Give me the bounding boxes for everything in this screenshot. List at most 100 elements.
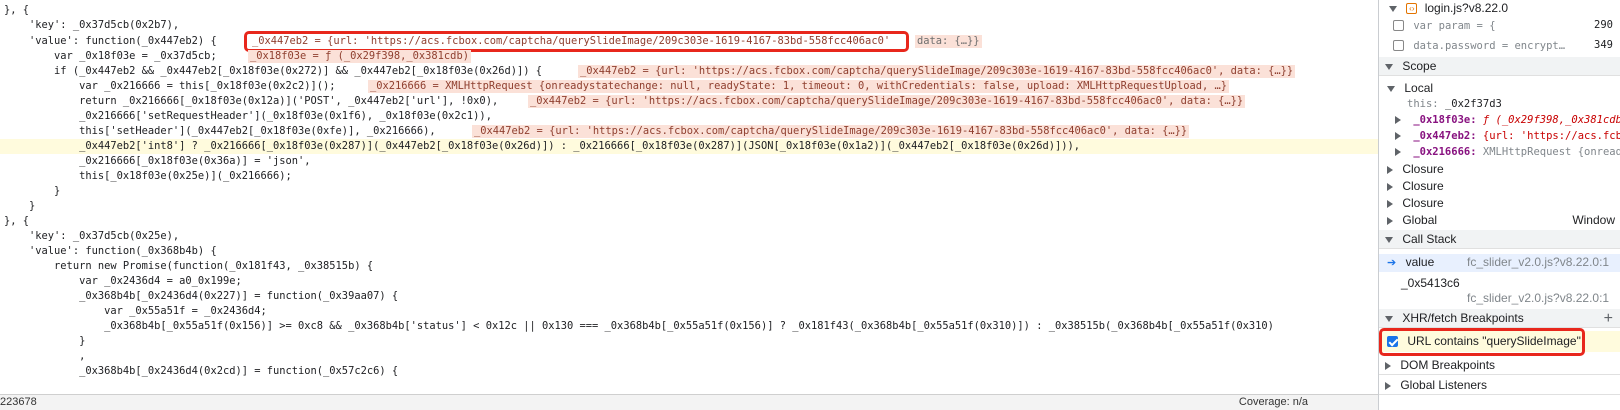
callstack-location: fc_slider_v2.0.js?v8.22.0:1 (1467, 255, 1610, 269)
breakpoint-file-name: login.js?v8.22.0 (1424, 1, 1509, 15)
code-line: _0x368b4b[_0x55a51f(0x156)] >= 0xc8 && _… (4, 320, 1274, 332)
breakpoint-line-number: 349 (1594, 39, 1613, 51)
scope-closure[interactable]: Closure (1379, 195, 1620, 212)
code-line: _0x368b4b[_0x2436d4(0x2cd)] = function(_… (4, 365, 399, 377)
code-line: var _0x216666 = this[_0x18f03e(0x2c2)]()… (4, 80, 336, 92)
inline-value-annotation: _0x447eb2 = {url: 'https://acs.fcbox.com… (578, 65, 1296, 78)
file-icon: ‹› (1406, 3, 1418, 15)
chevron-right-icon (1387, 216, 1393, 225)
inline-value-annotation: _0x447eb2 = {url: 'https://acs.fcbox.com… (472, 125, 1190, 138)
code-line: }, { (4, 4, 30, 16)
code-line: var _0x55a51f = _0x2436d4; (4, 305, 267, 317)
inline-value-annotation-tail: data: {…}} (915, 35, 982, 48)
code-line: if (_0x447eb2 && _0x447eb2[_0x18f03e(0x2… (4, 65, 542, 77)
local-label: Local (1404, 81, 1434, 95)
breakpoint-item[interactable]: data.password = encrypt… 349 (1379, 37, 1620, 54)
code-line: return _0x216666[_0x18f03e(0x12a)]('POST… (4, 95, 499, 107)
scope-var-value: _0x2f37d3 (1444, 98, 1502, 110)
callstack-function: value (1405, 255, 1435, 269)
inline-value-annotation: _0x447eb2 = {url: 'https://acs.fcbox.com… (528, 95, 1246, 108)
global-listeners-header[interactable]: Global Listeners (1379, 376, 1620, 395)
code-line: this[_0x18f03e(0x25e)](_0x216666); (4, 170, 292, 182)
scope-var-key: _0x18f03e: (1413, 114, 1477, 126)
scope-var-key: _0x447eb2: (1413, 130, 1477, 142)
editor-status-bar: 223678 Coverage: n/a (0, 394, 1378, 410)
inline-value-annotation: _0x18f03e = ƒ (_0x29f398,_0x381cdb) (248, 50, 471, 63)
chevron-down-icon (1387, 85, 1395, 92)
code-line: } (4, 185, 61, 197)
chevron-right-icon (1387, 182, 1393, 191)
global-listeners-label: Global Listeners (1400, 378, 1488, 392)
breakpoint-code: data.password = encrypt… (1413, 40, 1566, 52)
scope-var-value: {url: 'https://acs.fcb (1482, 130, 1620, 142)
callstack-label: Call Stack (1402, 232, 1457, 246)
scope-global[interactable]: Global Window (1379, 212, 1620, 229)
chevron-right-icon (1387, 165, 1393, 174)
cursor-position: 223678 (0, 396, 37, 408)
inline-value-annotation: _0x216666 = XMLHttpRequest {onreadystate… (368, 80, 1230, 93)
scope-variable[interactable]: _0x18f03e: ƒ (_0x29f398,_0x381cdb (1379, 112, 1620, 129)
chevron-right-icon (1385, 381, 1391, 390)
scope-variable[interactable]: _0x447eb2: {url: 'https://acs.fcb (1379, 128, 1620, 145)
callstack-section-header[interactable]: Call Stack (1379, 230, 1620, 249)
code-line: }, { (4, 215, 30, 227)
scope-var-value: ƒ (_0x29f398,_0x381cdb (1482, 114, 1620, 126)
add-icon[interactable]: + (1604, 309, 1613, 327)
code-line: 'key': _0x37d5cb(0x25e), (4, 230, 180, 242)
debugger-sidebar: ‹› login.js?v8.22.0 var param = { 290 da… (1378, 0, 1620, 410)
chevron-down-icon (1385, 236, 1393, 243)
xhr-breakpoints-header[interactable]: XHR/fetch Breakpoints + (1379, 309, 1620, 328)
scope-local[interactable]: Local (1379, 80, 1620, 97)
breakpoint-checkbox[interactable] (1393, 40, 1404, 52)
closure-label: Closure (1402, 162, 1444, 176)
scope-var-value: XMLHttpRequest {onread (1482, 146, 1620, 158)
code-line: _0x216666['setRequestHeader'](_0x18f03e(… (4, 110, 492, 122)
code-line: _0x368b4b[_0x2436d4(0x227)] = function(_… (4, 290, 399, 302)
callstack-location: fc_slider_v2.0.js?v8.22.0:1 (1379, 290, 1620, 307)
scope-closure[interactable]: Closure (1379, 178, 1620, 195)
breakpoint-checkbox[interactable] (1393, 20, 1404, 32)
current-execution-line: _0x447eb2['int8'] ? _0x216666[_0x18f03e(… (0, 139, 1378, 154)
breakpoint-code: var param = { (1413, 20, 1496, 32)
breakpoint-item[interactable]: var param = { 290 (1379, 17, 1620, 34)
code-line: } (4, 335, 86, 347)
breakpoint-line-number: 290 (1594, 19, 1613, 31)
scope-section-header[interactable]: Scope (1379, 57, 1620, 76)
closure-label: Closure (1402, 179, 1444, 193)
code-line: var _0x2436d4 = a0_0x199e; (4, 275, 242, 287)
callstack-location-text: fc_slider_v2.0.js?v8.22.0:1 (1467, 291, 1610, 305)
chevron-right-icon (1387, 199, 1393, 208)
code-line: return new Promise(function(_0x181f43, _… (4, 260, 374, 272)
scope-variable[interactable]: _0x216666: XMLHttpRequest {onread (1379, 144, 1620, 161)
chevron-right-icon (1395, 148, 1401, 156)
xhr-breakpoints-label: XHR/fetch Breakpoints (1402, 311, 1524, 325)
code-line: _0x216666[_0x18f03e(0x36a)] = 'json', (4, 155, 311, 167)
code-line: , (4, 350, 86, 362)
dom-breakpoints-label: DOM Breakpoints (1400, 358, 1496, 372)
callstack-frame-active[interactable]: ➔ value fc_slider_v2.0.js?v8.22.0:1 (1379, 254, 1620, 272)
code-line: 'key': _0x37d5cb(0x2b7), (4, 19, 180, 31)
chevron-down-icon (1385, 63, 1393, 70)
global-label: Global (1402, 213, 1438, 227)
code-line: 'value': function(_0x368b4b) { (4, 245, 217, 257)
chevron-right-icon (1385, 361, 1391, 370)
scope-label: Scope (1402, 59, 1437, 73)
chevron-right-icon (1395, 116, 1401, 124)
source-code-editor[interactable]: }, { 'key': _0x37d5cb(0x2b7), 'value': f… (0, 0, 1378, 394)
coverage-status[interactable]: Coverage: n/a (1239, 396, 1308, 408)
scope-var-key: _0x216666: (1413, 146, 1477, 158)
highlight-annotation-box (1379, 328, 1585, 356)
dom-breakpoints-header[interactable]: DOM Breakpoints (1379, 356, 1620, 375)
chevron-down-icon (1385, 315, 1393, 322)
code-line: 'value': function(_0x447eb2) { (4, 35, 217, 47)
closure-label: Closure (1402, 196, 1444, 210)
scope-closure[interactable]: Closure (1379, 161, 1620, 178)
scope-variable[interactable]: this: _0x2f37d3 (1379, 96, 1620, 113)
breakpoint-file-group[interactable]: ‹› login.js?v8.22.0 (1379, 0, 1620, 17)
callstack-function: _0x5413c6 (1401, 276, 1460, 290)
scope-var-key: this: (1407, 98, 1439, 110)
highlight-annotation-box (244, 31, 909, 52)
code-line: this['setHeader'](_0x447eb2[_0x18f03e(0x… (4, 125, 436, 137)
chevron-down-icon (1389, 5, 1397, 12)
code-line: var _0x18f03e = _0x37d5cb; (4, 50, 217, 62)
